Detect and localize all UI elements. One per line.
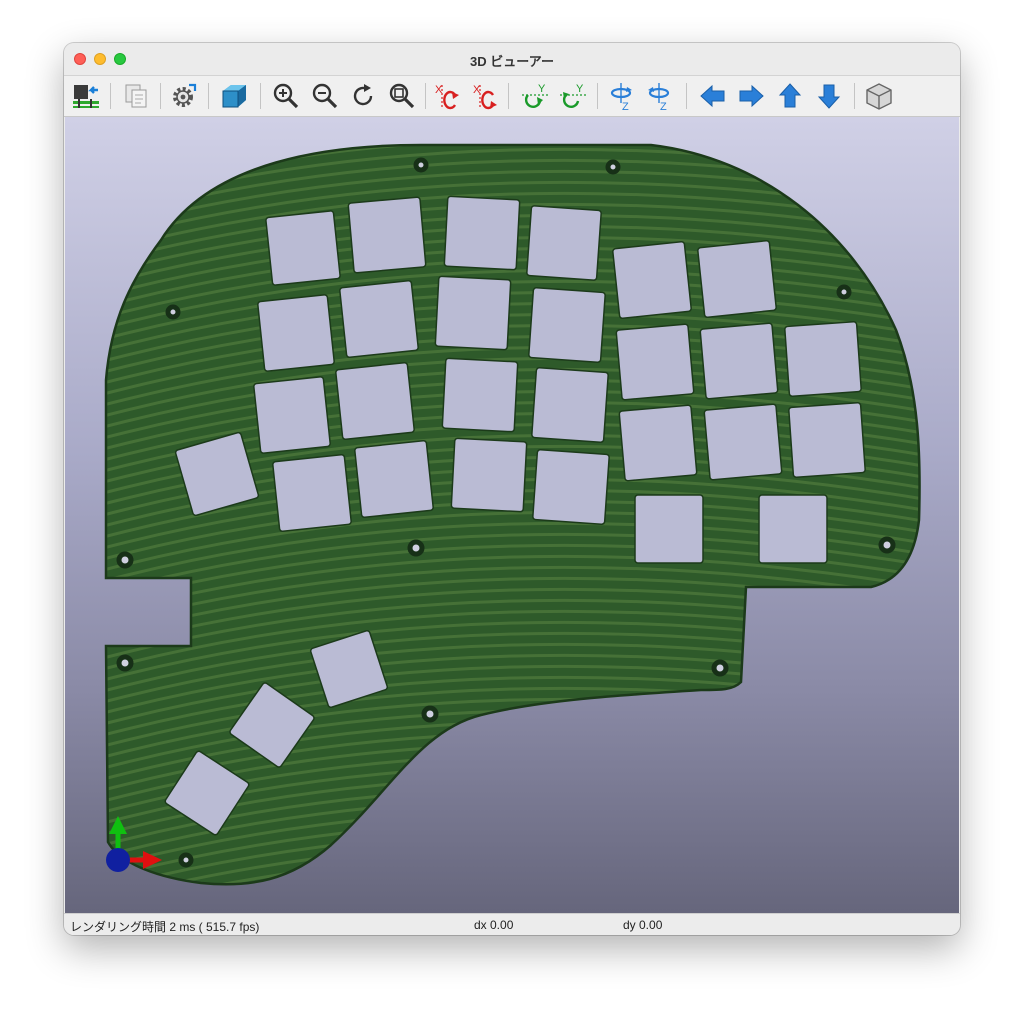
gear-icon xyxy=(173,83,197,107)
move-right-button[interactable] xyxy=(735,80,767,112)
refresh-button[interactable] xyxy=(347,80,379,112)
window-title: 3D ビューアー xyxy=(470,54,554,69)
reload-board-icon xyxy=(73,85,99,108)
render-time-text: レンダリング時間 2 ms ( 515.7 fps) xyxy=(70,920,260,934)
arrow-right-icon xyxy=(739,84,764,108)
orthographic-toggle-button[interactable] xyxy=(863,80,895,112)
move-down-button[interactable] xyxy=(813,80,845,112)
rotate-x-icon: X xyxy=(435,84,459,110)
rotate-y-ccw-button[interactable]: Y xyxy=(557,80,589,112)
cube-icon xyxy=(222,85,246,108)
copy-image-button[interactable] xyxy=(120,80,152,112)
rotate-z-icon: Z xyxy=(648,83,670,111)
move-left-button[interactable] xyxy=(697,80,729,112)
zoom-out-button[interactable] xyxy=(309,80,341,112)
rotate-z-cw-button[interactable]: Z xyxy=(607,80,639,112)
dy-readout: dy 0.00 xyxy=(623,918,663,932)
rotate-x-cw-button[interactable]: X xyxy=(432,80,464,112)
arrow-up-icon xyxy=(778,83,802,108)
svg-text:Z: Z xyxy=(660,101,667,111)
arrow-down-icon xyxy=(817,84,841,109)
zoom-in-button[interactable] xyxy=(270,80,302,112)
refresh-icon xyxy=(353,84,373,106)
title-bar[interactable]: 3D ビューアー xyxy=(64,43,960,76)
move-up-button[interactable] xyxy=(774,80,806,112)
wireframe-cube-icon xyxy=(866,83,892,110)
status-bar: レンダリング時間 2 ms ( 515.7 fps) dx 0.00 dy 0.… xyxy=(64,913,960,935)
zoom-fit-icon xyxy=(389,83,415,109)
3d-viewport[interactable] xyxy=(65,117,959,913)
rotate-x-ccw-button[interactable]: X xyxy=(470,80,502,112)
rotate-z-ccw-button[interactable]: Z xyxy=(645,80,677,112)
viewer-window: 3D ビューアー X X Y Y Z Z レンダリング時間 2 ms (515… xyxy=(64,43,960,935)
svg-text:Y: Y xyxy=(538,83,546,95)
settings-button[interactable] xyxy=(168,80,200,112)
reload-board-button[interactable] xyxy=(70,80,102,112)
rotate-z-icon: Z xyxy=(610,83,632,111)
zoom-fit-button[interactable] xyxy=(386,80,418,112)
svg-text:Z: Z xyxy=(622,101,629,111)
raytracing-button[interactable] xyxy=(218,80,250,112)
rotate-y-cw-button[interactable]: Y xyxy=(519,80,551,112)
rotate-y-icon: Y xyxy=(560,83,586,108)
toolbar: X X Y Y Z Z xyxy=(64,76,960,117)
rotate-x-icon: X xyxy=(473,84,497,110)
dx-readout: dx 0.00 xyxy=(474,918,514,932)
pcb-render xyxy=(104,143,921,886)
zoom-out-icon xyxy=(312,83,338,109)
arrow-left-icon xyxy=(700,84,725,108)
svg-text:Y: Y xyxy=(576,83,584,95)
rotate-y-icon: Y xyxy=(522,83,548,108)
copy-icon xyxy=(125,84,147,108)
zoom-in-icon xyxy=(273,83,299,109)
